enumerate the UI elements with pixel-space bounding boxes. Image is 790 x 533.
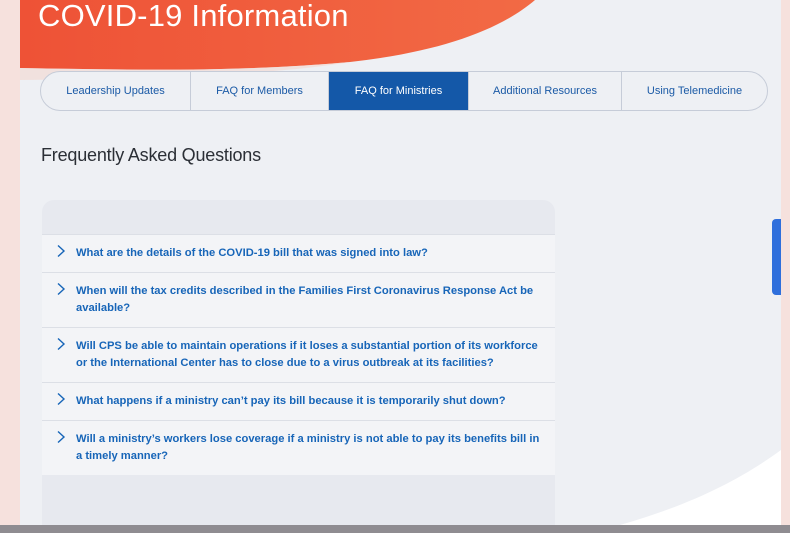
faq-list: What are the details of the COVID-19 bil…: [42, 234, 555, 475]
decorative-swoosh: [620, 450, 781, 525]
chevron-right-icon: [57, 244, 66, 258]
tab-faq-for-members[interactable]: FAQ for Members: [191, 72, 329, 110]
faq-card: What are the details of the COVID-19 bil…: [42, 200, 555, 525]
tab-faq-for-ministries[interactable]: FAQ for Ministries: [329, 72, 469, 110]
dock-bar: [0, 525, 790, 533]
faq-heading: Frequently Asked Questions: [41, 145, 261, 165]
page-panel: COVID-19 Information Leadership Updates …: [20, 0, 781, 525]
side-scroll-tab[interactable]: [772, 219, 781, 295]
faq-item[interactable]: What happens if a ministry can’t pay its…: [42, 382, 555, 420]
faq-question: When will the tax credits described in t…: [76, 285, 534, 314]
tab-additional-resources[interactable]: Additional Resources: [469, 72, 622, 110]
chevron-right-icon: [57, 430, 66, 444]
faq-item[interactable]: Will CPS be able to maintain operations …: [42, 327, 555, 382]
faq-question: Will a ministry’s workers lose coverage …: [76, 433, 540, 462]
chevron-right-icon: [57, 337, 66, 351]
faq-question: Will CPS be able to maintain operations …: [76, 340, 538, 369]
faq-question: What happens if a ministry can’t pay its…: [76, 395, 506, 407]
faq-item[interactable]: What are the details of the COVID-19 bil…: [42, 234, 555, 272]
chevron-right-icon: [57, 392, 66, 406]
faq-item[interactable]: When will the tax credits described in t…: [42, 272, 555, 327]
tab-bar: Leadership Updates FAQ for Members FAQ f…: [40, 71, 768, 111]
chevron-right-icon: [57, 282, 66, 296]
tab-using-telemedicine[interactable]: Using Telemedicine: [622, 72, 767, 110]
page-title: COVID-19 Information: [38, 0, 349, 33]
tab-leadership-updates[interactable]: Leadership Updates: [41, 72, 191, 110]
faq-question: What are the details of the COVID-19 bil…: [76, 247, 428, 259]
faq-item[interactable]: Will a ministry’s workers lose coverage …: [42, 420, 555, 475]
